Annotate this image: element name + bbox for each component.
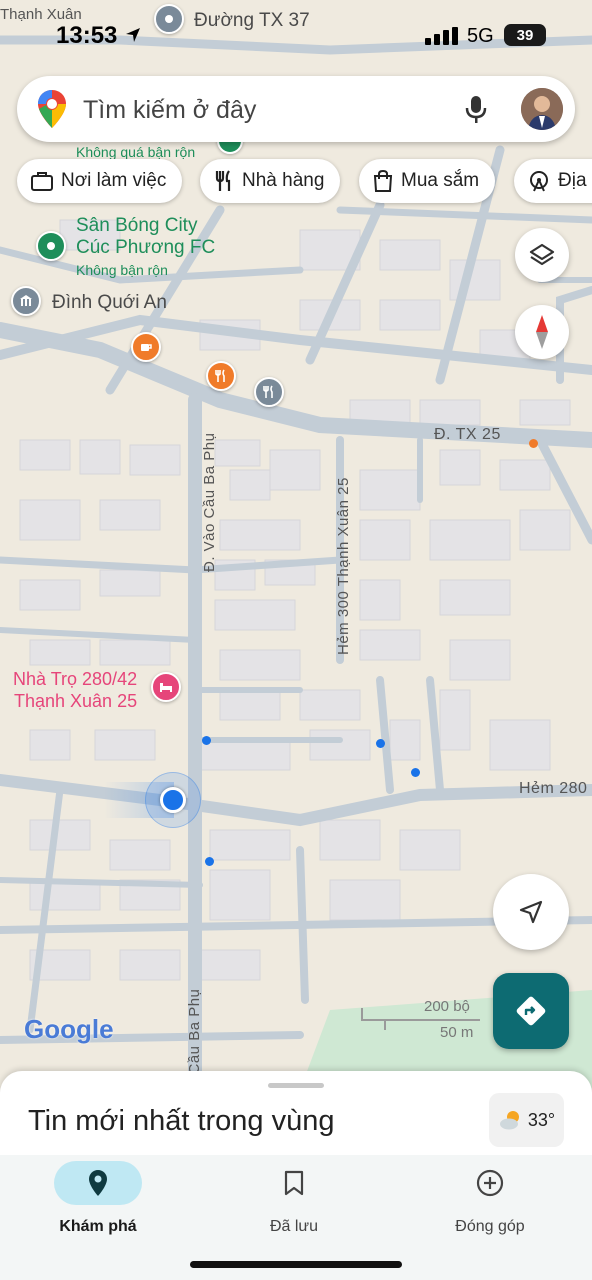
- restaurant-pin-icon[interactable]: [206, 361, 236, 391]
- poi-san-bong-busy: Không bận rộn: [76, 262, 168, 278]
- nav-explore[interactable]: Khám phá: [23, 1155, 173, 1236]
- nav-contribute-pill: [446, 1161, 534, 1205]
- signal-icon: [425, 27, 458, 45]
- poi-san-bong[interactable]: Sân Bóng City Cúc Phương FC Không bận rộ…: [76, 215, 215, 281]
- my-location-button[interactable]: [493, 874, 569, 950]
- chip-shopping-label: Mua sắm: [401, 170, 480, 191]
- restaurant-grey-pin-icon[interactable]: [254, 377, 284, 407]
- nav-saved-label: Đã lưu: [269, 1218, 319, 1235]
- battery-level: 39: [516, 26, 534, 44]
- network-type: 5G: [467, 25, 494, 47]
- location-arrow-icon: [126, 28, 141, 42]
- stadium-pin-icon[interactable]: [36, 231, 66, 261]
- home-indicator: [190, 1261, 402, 1268]
- nav-saved[interactable]: Đã lưu: [219, 1155, 369, 1236]
- bookmark-icon: [284, 1170, 304, 1196]
- temple-pin-icon[interactable]: [11, 286, 41, 316]
- poi-san-bong-line2: Cúc Phương FC: [76, 237, 216, 258]
- poi-nha-tro-line2: Thạnh Xuân 25: [13, 691, 138, 711]
- chip-restaurants[interactable]: Nhà hàng: [200, 159, 341, 203]
- status-bar: 13:53 5G 39: [0, 0, 592, 70]
- fork-knife-icon: [215, 170, 231, 191]
- transit-dot: [202, 736, 211, 745]
- search-input[interactable]: Tìm kiếm ở đây: [83, 96, 256, 125]
- sheet-title: Tin mới nhất trong vùng: [28, 1105, 335, 1137]
- chip-shopping[interactable]: Mua sắm: [359, 159, 496, 203]
- poi-nha-tro[interactable]: Nhà Trọ 280/42 Thạnh Xuân 25: [13, 668, 137, 712]
- add-circle-icon: [476, 1169, 504, 1197]
- shopping-bag-icon: [373, 170, 393, 192]
- maps-logo-icon: [38, 90, 66, 128]
- weather-temperature: 33°: [527, 1109, 556, 1130]
- chip-work[interactable]: Nơi làm việc: [17, 159, 183, 203]
- chip-work-label: Nơi làm việc: [61, 170, 167, 191]
- sheet-drag-handle[interactable]: [268, 1083, 324, 1088]
- status-time-text: 13:53: [56, 22, 118, 49]
- street-label-vao-cau-ba-phu: Đ. Vào Cầu Ba Phụ: [201, 432, 218, 572]
- google-logo: Google: [24, 1014, 114, 1044]
- ferris-wheel-icon: [530, 171, 548, 192]
- partly-cloudy-icon: [499, 1111, 519, 1130]
- transit-dot: [411, 768, 420, 777]
- microphone-icon[interactable]: [465, 95, 487, 125]
- avatar[interactable]: [521, 88, 563, 130]
- poi-san-bong-line1: Sân Bóng City: [76, 215, 198, 236]
- scale-label-m: 50 m: [440, 1024, 474, 1041]
- navigation-arrow-icon: [519, 900, 543, 924]
- street-label-hem-280: Hẻm 280: [519, 780, 588, 797]
- small-orange-dot: [529, 439, 538, 448]
- cafe-pin-icon[interactable]: [131, 332, 161, 362]
- street-label-tx25: Đ. TX 25: [434, 426, 501, 443]
- nav-contribute[interactable]: Đóng góp: [415, 1155, 565, 1236]
- poi-nha-tro-line1: Nhà Trọ 280/42: [13, 669, 138, 689]
- compass-icon: [536, 315, 548, 349]
- search-bar[interactable]: Tìm kiếm ở đây: [17, 76, 575, 142]
- directions-icon: [516, 996, 546, 1026]
- location-pin-icon: [89, 1170, 107, 1196]
- avatar-image: [521, 88, 563, 130]
- transit-dot: [205, 857, 214, 866]
- layers-icon: [529, 243, 555, 266]
- nav-explore-pill: [54, 1161, 142, 1205]
- chip-attractions-label: Địa: [558, 170, 587, 191]
- briefcase-icon: [31, 172, 53, 191]
- nav-explore-label: Khám phá: [59, 1218, 137, 1235]
- chip-restaurants-label: Nhà hàng: [242, 170, 325, 191]
- nav-contribute-label: Đóng góp: [455, 1218, 525, 1235]
- status-time: 13:53: [56, 22, 142, 50]
- poi-dinh-quoi-an[interactable]: Đình Quới An: [52, 292, 167, 314]
- scale-label-ft: 200 bộ: [424, 998, 470, 1015]
- lodging-pin-icon[interactable]: [151, 672, 181, 702]
- transit-dot: [376, 739, 385, 748]
- battery-icon: 39: [504, 24, 546, 46]
- current-location-dot[interactable]: [160, 787, 186, 813]
- nav-saved-pill: [250, 1161, 338, 1205]
- street-label-hem-300: Hẻm 300 Thạnh Xuân 25: [335, 477, 352, 655]
- directions-button[interactable]: [493, 973, 569, 1049]
- weather-chip[interactable]: 33°: [489, 1093, 564, 1147]
- compass-button[interactable]: [515, 305, 569, 359]
- layers-button[interactable]: [515, 228, 569, 282]
- chip-attractions[interactable]: Địa: [514, 159, 592, 203]
